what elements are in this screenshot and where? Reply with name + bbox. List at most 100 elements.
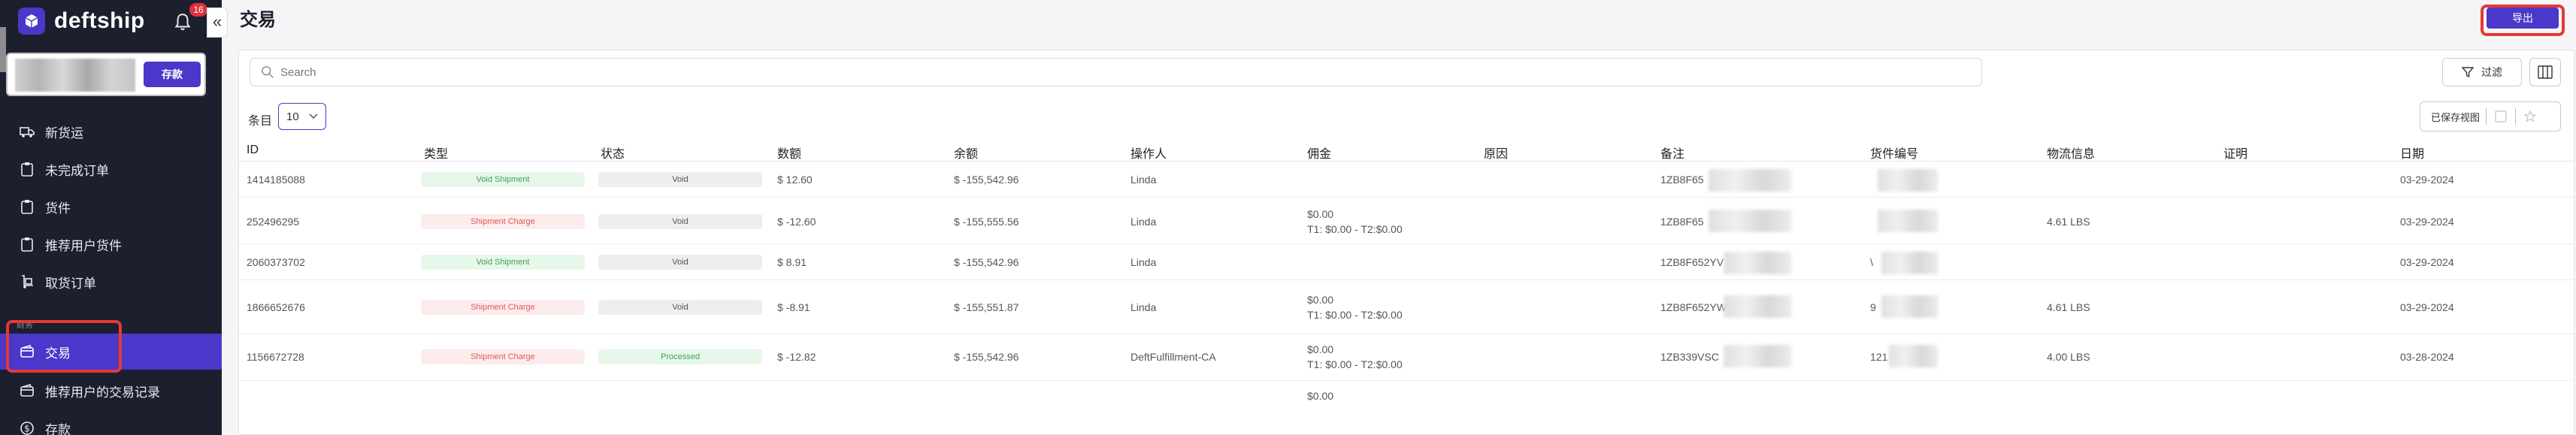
- cell-id: 252496295: [247, 216, 300, 228]
- cell-balance: $ -155,542.96: [954, 174, 1019, 186]
- sidebar-item-label: 取货订单: [45, 276, 96, 291]
- search-bar[interactable]: [250, 58, 1982, 86]
- bell-icon[interactable]: [173, 12, 192, 32]
- collapse-sidebar-button[interactable]: «: [207, 8, 228, 38]
- column-header-note[interactable]: 备注: [1660, 143, 1685, 162]
- entries-value: 10: [286, 110, 299, 123]
- table-row[interactable]: 1156672728 Shipment Charge Processed $ -…: [239, 334, 2575, 381]
- wallet-icon: [20, 383, 35, 398]
- deposit-button[interactable]: 存款: [143, 61, 201, 88]
- redacted-shipment-number: [1878, 169, 1938, 192]
- status-badge: Void: [598, 172, 762, 187]
- cell-date: 03-29-2024: [2400, 301, 2454, 313]
- status-badge: Processed: [598, 349, 762, 364]
- filter-icon: [2462, 67, 2474, 78]
- cell-operator: Linda: [1131, 174, 1157, 186]
- table-row[interactable]: 2060373702 Void Shipment Void $ 8.91 $ -…: [239, 244, 2575, 280]
- cell-date: 03-29-2024: [2400, 256, 2454, 268]
- star-icon[interactable]: [2522, 108, 2538, 125]
- status-badge: Void: [598, 214, 762, 229]
- redacted-note: [1724, 345, 1791, 367]
- redacted-shipment-number: [1889, 345, 1938, 367]
- cell-commission: $0.00: [1307, 343, 1334, 355]
- cell-shipment-number: 9: [1870, 301, 1876, 313]
- sidebar-nav-lower: 推荐用户的交易记录 $ 存款: [0, 372, 222, 435]
- sidebar-nav: 新货运 未完成订单 货件 推荐用户货件 取货订单: [0, 113, 222, 301]
- divider: [2486, 108, 2487, 125]
- cell-date: 03-29-2024: [2400, 216, 2454, 228]
- column-header-shipment-number[interactable]: 货件编号: [1870, 143, 1918, 162]
- cell-id: 1414185088: [247, 174, 305, 186]
- redacted-shipment-number: [1881, 295, 1938, 318]
- brand[interactable]: deftship: [18, 8, 145, 35]
- table-header: ID 类型 状态 数额 余额 操作人 佣金 原因 备注 货件编号 物流信息 证明…: [239, 139, 2575, 162]
- column-header-operator[interactable]: 操作人: [1131, 143, 1167, 162]
- cell-commission-tiers: T1: $0.00 - T2:$0.00: [1307, 358, 1403, 370]
- sidebar-item-label: 未完成订单: [45, 163, 109, 178]
- cell-amount: $ -8.91: [777, 301, 810, 313]
- search-input[interactable]: [280, 62, 1784, 83]
- dolly-icon: [20, 274, 35, 289]
- column-header-status[interactable]: 状态: [601, 143, 625, 162]
- type-badge: Void Shipment: [421, 172, 585, 187]
- cell-commission-tiers: T1: $0.00 - T2:$0.00: [1307, 309, 1403, 321]
- column-header-commission[interactable]: 佣金: [1307, 143, 1331, 162]
- table-row[interactable]: 252496295 Shipment Charge Void $ -12.60 …: [239, 198, 2575, 244]
- column-header-proof[interactable]: 证明: [2223, 143, 2248, 162]
- column-header-type[interactable]: 类型: [424, 143, 448, 162]
- sidebar-item-label: 新货运: [45, 125, 83, 140]
- redacted-note: [1709, 169, 1791, 192]
- redacted-shipment-number: [1878, 210, 1938, 232]
- table-row[interactable]: 1414185088 Void Shipment Void $ 12.60 $ …: [239, 162, 2575, 198]
- sidebar-item-shipments[interactable]: 货件: [0, 188, 222, 225]
- sidebar-item-label: 货件: [45, 201, 71, 216]
- columns-toggle-button[interactable]: [2529, 58, 2561, 86]
- truck-icon: [20, 124, 35, 139]
- sidebar-item-new-shipment[interactable]: 新货运: [0, 113, 222, 150]
- cell-note: 1ZB8F652YV: [1660, 256, 1724, 268]
- sidebar-item-deposit[interactable]: $ 存款: [0, 409, 222, 435]
- cell-operator: Linda: [1131, 256, 1157, 268]
- clipboard-icon: [20, 162, 35, 177]
- sidebar-item-referral-transactions[interactable]: 推荐用户的交易记录: [0, 372, 222, 409]
- clipboard-icon: [20, 199, 35, 214]
- sidebar: deftship 16 « 存款 新货运 未完成订单 货件 推荐用户货件 取货订…: [0, 0, 228, 435]
- status-badge: Void: [598, 300, 762, 315]
- entries-per-page-select[interactable]: 10: [278, 103, 326, 130]
- table-row[interactable]: 1866652676 Shipment Charge Void $ -8.91 …: [239, 280, 2575, 334]
- clipboard-icon: [20, 237, 35, 252]
- cell-logistics: 4.00 LBS: [2047, 351, 2090, 363]
- column-header-date[interactable]: 日期: [2400, 143, 2424, 162]
- column-header-balance[interactable]: 余额: [954, 143, 978, 162]
- column-header-id[interactable]: ID: [247, 143, 259, 157]
- cell-operator: Linda: [1131, 301, 1157, 313]
- saved-views-control[interactable]: 已保存视图: [2420, 101, 2561, 131]
- cell-balance: $ -155,542.96: [954, 351, 1019, 363]
- save-view-icon[interactable]: [2493, 108, 2509, 125]
- cell-amount: $ 8.91: [777, 256, 807, 268]
- column-header-amount[interactable]: 数额: [777, 143, 801, 162]
- deftship-logo-icon: [18, 8, 45, 35]
- svg-text:$: $: [24, 424, 30, 434]
- column-header-reason[interactable]: 原因: [1484, 143, 1508, 162]
- column-header-logistics[interactable]: 物流信息: [2047, 143, 2095, 162]
- sidebar-item-label: 存款: [45, 422, 71, 435]
- cell-operator: DeftFulfillment-CA: [1131, 351, 1216, 363]
- sidebar-item-referral-shipments[interactable]: 推荐用户货件: [0, 225, 222, 263]
- entries-label: 条目: [248, 115, 273, 128]
- cell-id: 2060373702: [247, 256, 305, 268]
- filter-button[interactable]: 过滤: [2442, 58, 2522, 86]
- type-badge: Void Shipment: [421, 255, 585, 270]
- sidebar-item-incomplete-orders[interactable]: 未完成订单: [0, 150, 222, 188]
- cell-note: 1ZB8F65: [1660, 174, 1704, 186]
- highlight-box-transactions: [6, 320, 122, 373]
- cell-id: 1156672728: [247, 351, 304, 363]
- type-badge: Shipment Charge: [421, 300, 585, 315]
- table-row[interactable]: $0.00: [239, 381, 2575, 435]
- user-card: 存款: [6, 53, 206, 96]
- main-content: 交易 导出 过滤 条目 10 已保存视图 ID 类型 状态: [222, 0, 2576, 435]
- cell-commission-tiers: T1: $0.00 - T2:$0.00: [1307, 223, 1403, 235]
- cell-commission: $0.00: [1307, 208, 1334, 220]
- sidebar-item-pickup-orders[interactable]: 取货订单: [0, 263, 222, 301]
- cell-amount: $ -12.82: [777, 351, 816, 363]
